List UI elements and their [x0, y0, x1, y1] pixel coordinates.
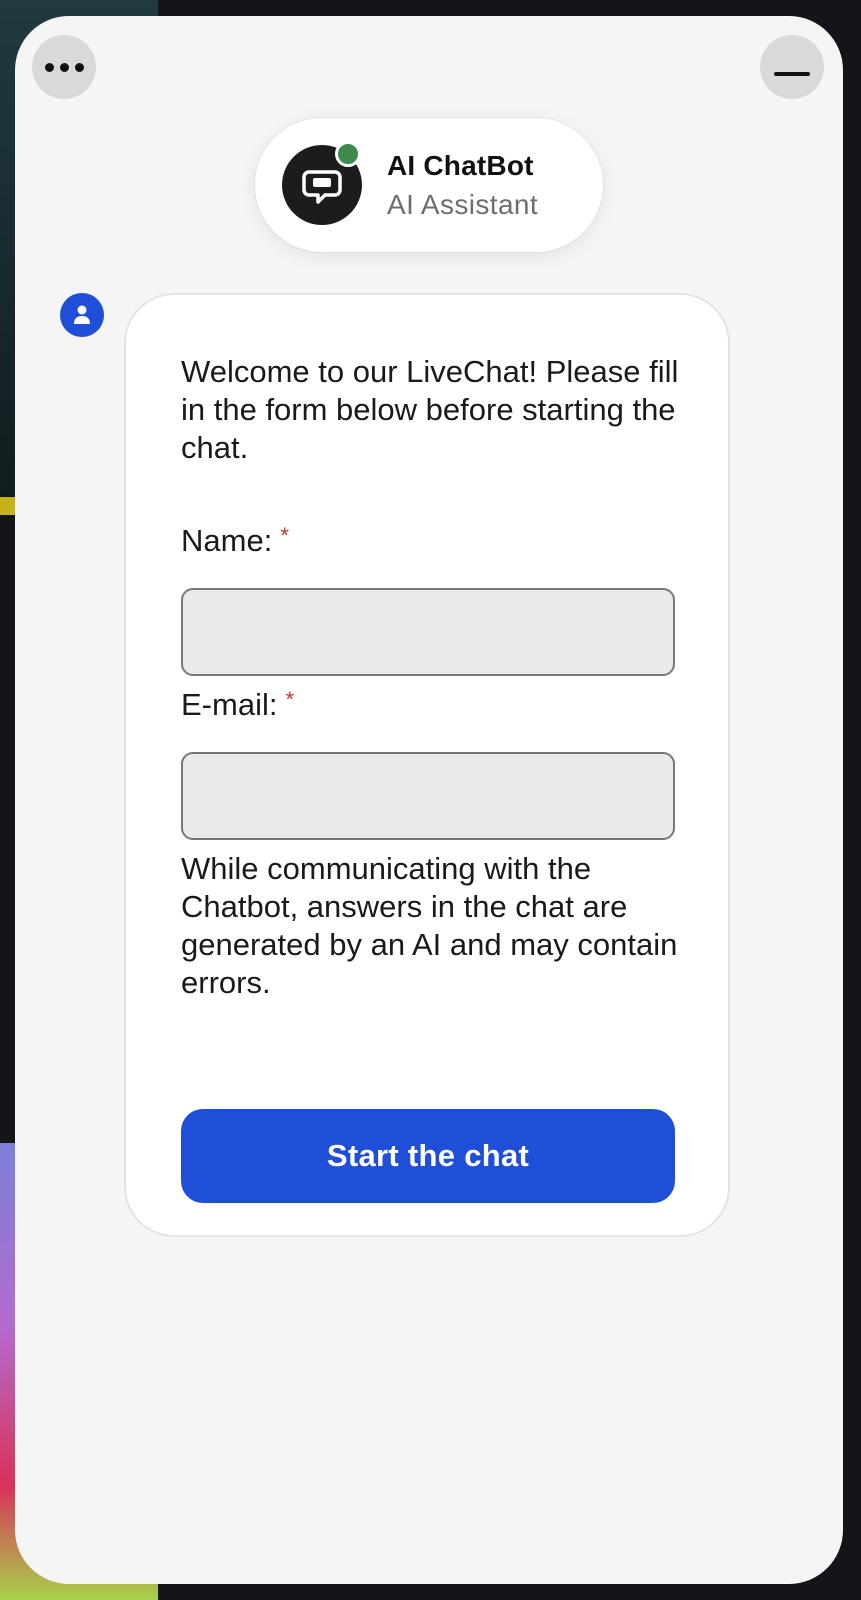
name-label-text: Name: — [181, 523, 273, 558]
ai-disclaimer: While communicating with the Chatbot, an… — [181, 851, 678, 1000]
minimize-icon — [774, 72, 810, 76]
minimize-button[interactable] — [760, 35, 824, 99]
chat-widget: AI ChatBot AI Assistant Welcome to our L… — [15, 16, 843, 1584]
email-input[interactable] — [181, 752, 675, 840]
more-horizontal-icon — [44, 62, 84, 72]
sender-avatar — [60, 293, 104, 337]
required-marker: * — [280, 523, 289, 548]
email-label-text: E-mail: — [181, 687, 278, 722]
user-icon — [74, 305, 90, 324]
online-status-indicator — [335, 141, 361, 167]
chat-bubble-icon — [302, 170, 342, 204]
prechat-form-card: Welcome to our LiveChat! Please fill in … — [124, 293, 730, 1237]
required-marker: * — [285, 687, 295, 712]
bot-role: AI Assistant — [387, 189, 539, 220]
email-field-label: E-mail: * — [181, 687, 294, 723]
name-input[interactable] — [181, 588, 675, 676]
bot-name: AI ChatBot — [387, 150, 534, 181]
name-field-label: Name: * — [181, 523, 289, 559]
start-chat-button[interactable]: Start the chat — [181, 1109, 675, 1203]
chat-header: AI ChatBot AI Assistant — [255, 118, 603, 252]
menu-button[interactable] — [32, 35, 96, 99]
welcome-message: Welcome to our LiveChat! Please fill in … — [181, 354, 679, 465]
